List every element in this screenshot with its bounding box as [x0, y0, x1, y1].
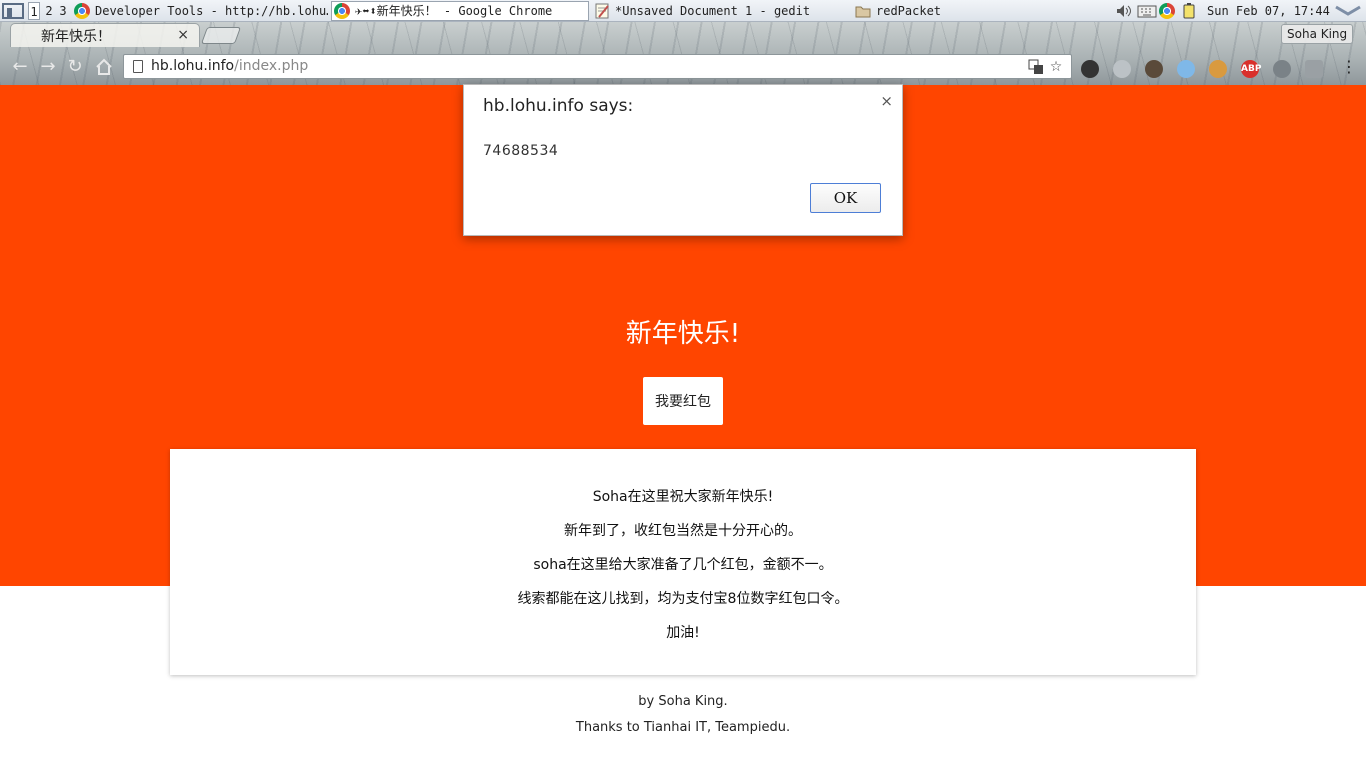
- tray-expand-icon[interactable]: [1333, 3, 1363, 19]
- workspace-1[interactable]: 1: [28, 2, 40, 20]
- alert-dialog: hb.lohu.info says: × 74688534 OK: [463, 84, 903, 236]
- task-label: ✈⬌⬍新年快乐！ - Google Chrome: [355, 4, 553, 18]
- start-menu-icon[interactable]: [2, 2, 24, 20]
- adblock-extension-icon[interactable]: ABP: [1241, 60, 1261, 78]
- chrome-icon: [74, 3, 90, 19]
- hero-title: 新年快乐!: [625, 319, 741, 349]
- tab-active[interactable]: 新年快乐！ ×: [10, 23, 200, 47]
- alert-title: hb.lohu.info says:: [483, 96, 634, 116]
- url-path: /index.php: [234, 58, 309, 74]
- footer: by Soha King. Thanks to Tianhai IT, Team…: [0, 693, 1366, 745]
- tab-title: 新年快乐！: [41, 28, 111, 45]
- back-icon[interactable]: ←: [9, 56, 31, 78]
- card-line: 线索都能在这儿找到，均为支付宝8位数字红包口令。: [517, 591, 849, 607]
- keyboard-icon[interactable]: [1137, 3, 1157, 19]
- profile-badge[interactable]: Soha King: [1281, 24, 1354, 44]
- task-label: *Unsaved Document 1 - gedit: [615, 4, 811, 18]
- browser-toolbar: 新年快乐！ × Soha King ← → ↻ hb.lohu.info/ind…: [0, 22, 1366, 85]
- cookie-extension-icon[interactable]: [1209, 60, 1227, 78]
- footer-thanks: Thanks to Tianhai IT, Teampiedu.: [575, 720, 791, 735]
- task-folder[interactable]: redPacket: [853, 1, 1111, 21]
- volume-icon[interactable]: [1115, 3, 1133, 19]
- chrome-tray-icon[interactable]: [1159, 3, 1175, 19]
- battery-icon[interactable]: [1181, 3, 1197, 19]
- task-gedit[interactable]: *Unsaved Document 1 - gedit: [592, 1, 850, 21]
- new-tab-button[interactable]: [200, 27, 242, 44]
- home-icon[interactable]: [93, 56, 115, 78]
- get-red-packet-button[interactable]: 我要红包: [643, 377, 723, 425]
- alert-ok-button[interactable]: OK: [810, 183, 881, 213]
- alert-message: 74688534: [483, 143, 559, 159]
- address-bar[interactable]: hb.lohu.info/index.php ☆: [123, 54, 1072, 79]
- gedit-icon: [595, 3, 609, 19]
- reload-icon[interactable]: ↻: [64, 56, 86, 78]
- alert-close-icon[interactable]: ×: [880, 92, 893, 110]
- clock[interactable]: Sun Feb 07, 17:44: [1207, 0, 1330, 22]
- chrome-icon: [334, 3, 350, 19]
- forward-icon[interactable]: →: [37, 56, 59, 78]
- message-card: Soha在这里祝大家新年快乐! 新年到了，收红包当然是十分开心的。 soha在这…: [170, 449, 1196, 675]
- card-line: soha在这里给大家准备了几个红包，金额不一。: [533, 557, 833, 573]
- card-line: 新年到了，收红包当然是十分开心的。: [564, 523, 802, 539]
- os-taskbar: 1 2 3 Developer Tools - http://hb.lohu… …: [0, 0, 1366, 22]
- card-line: 加油!: [666, 625, 700, 641]
- menu-icon[interactable]: ⋮: [1338, 56, 1360, 78]
- folder-icon: [855, 6, 871, 18]
- url-text[interactable]: hb.lohu.info/index.php: [151, 55, 308, 78]
- task-label: Developer Tools - http://hb.lohu…: [95, 4, 328, 18]
- footer-author: by Soha King.: [638, 694, 728, 709]
- cube-extension-icon[interactable]: [1305, 60, 1323, 78]
- snowflake-extension-icon[interactable]: [1177, 60, 1195, 78]
- page-icon: [133, 60, 143, 73]
- task-label: redPacket: [876, 4, 942, 18]
- incognito-extension-icon[interactable]: [1081, 60, 1099, 78]
- task-chrome-page[interactable]: ✈⬌⬍新年快乐！ - Google Chrome: [331, 1, 589, 21]
- card-line: Soha在这里祝大家新年快乐!: [592, 489, 774, 505]
- url-host: hb.lohu.info: [151, 58, 235, 74]
- workspace-2[interactable]: 2: [43, 2, 55, 20]
- task-devtools[interactable]: Developer Tools - http://hb.lohu…: [72, 1, 328, 21]
- spy-extension-icon[interactable]: [1145, 60, 1163, 78]
- sync-extension-icon[interactable]: [1273, 60, 1291, 78]
- workspace-3[interactable]: 3: [57, 2, 69, 20]
- globe-extension-icon[interactable]: [1113, 60, 1131, 78]
- tab-close-icon[interactable]: ×: [177, 27, 189, 43]
- translate-icon[interactable]: [1028, 59, 1044, 75]
- bookmark-star-icon[interactable]: ☆: [1048, 59, 1064, 75]
